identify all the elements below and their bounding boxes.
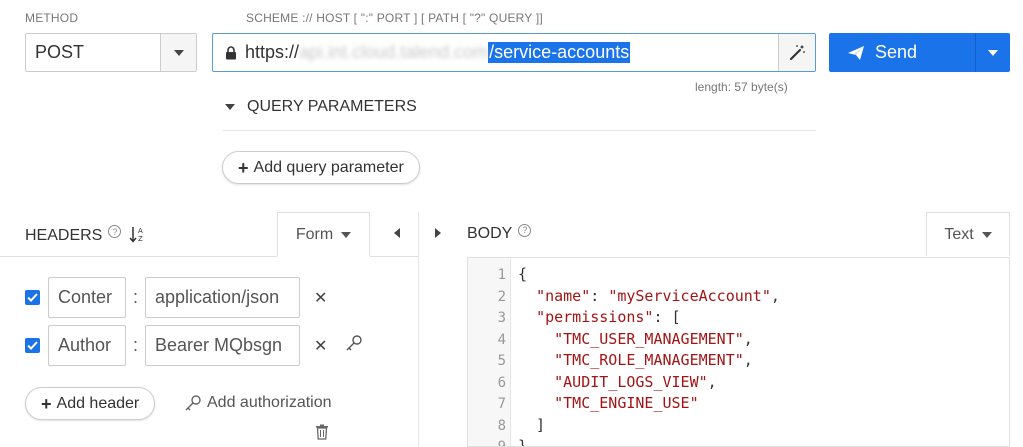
header-name-input[interactable]: Conter	[48, 277, 126, 318]
query-parameters-toggle[interactable]: QUERY PARAMETERS	[225, 98, 417, 116]
body-mode-dropdown[interactable]: Text	[926, 212, 1010, 256]
query-parameters-title: QUERY PARAMETERS	[247, 98, 417, 115]
headers-tab-line-right	[370, 256, 418, 257]
paper-plane-icon	[848, 45, 864, 60]
collapse-right-icon[interactable]	[435, 228, 441, 238]
body-mode-label: Text	[944, 225, 974, 243]
code-text: "name": "myServiceAccount",	[536, 286, 780, 305]
send-button[interactable]: Send	[829, 33, 975, 72]
method-dropdown-button[interactable]	[160, 34, 196, 71]
add-authorization-link[interactable]: Add authorization	[184, 394, 332, 412]
url-path-selected: /service-accounts	[488, 42, 631, 63]
headers-mode-label: Form	[295, 225, 334, 243]
method-value: POST	[35, 42, 85, 62]
line-number: 9	[497, 439, 506, 447]
svg-text:A: A	[138, 227, 143, 235]
url-format-label: SCHEME :// HOST [ ":" PORT ] [ PATH [ "?…	[246, 11, 543, 25]
code-text: "AUDIT_LOGS_VIEW",	[554, 372, 717, 391]
line-number: 4	[497, 331, 506, 348]
header-row: Author : Bearer MQbsgn ✕	[25, 325, 363, 366]
header-enabled-checkbox[interactable]	[25, 290, 40, 305]
check-icon	[27, 341, 38, 350]
headers-title: HEADERS	[25, 226, 103, 244]
line-number: 6	[497, 374, 506, 391]
code-line: 2 "name": "myServiceAccount",	[468, 286, 1009, 307]
header-separator: :	[133, 287, 139, 307]
header-enabled-checkbox[interactable]	[25, 338, 40, 353]
chevron-down-icon	[988, 49, 998, 56]
send-button-group[interactable]: Send	[829, 33, 1010, 72]
body-title-group: BODY ?	[467, 223, 532, 243]
code-line: 3 "permissions": [	[468, 307, 1009, 328]
url-input[interactable]: https:// api.int.cloud.talend.com /servi…	[213, 34, 778, 71]
line-number: 3	[497, 310, 506, 326]
headers-title-group: HEADERS ? A Z	[25, 225, 145, 246]
body-title: BODY	[467, 225, 513, 242]
code-line: 9}	[468, 436, 1009, 447]
send-dropdown-button[interactable]	[975, 33, 1010, 72]
header-separator: :	[133, 335, 139, 355]
url-scheme: https://	[245, 42, 300, 62]
code-text: "TMC_ENGINE_USE"	[554, 394, 699, 412]
chevron-down-icon	[173, 49, 184, 56]
add-header-label: Add header	[56, 394, 140, 412]
url-host: api.int.cloud.talend.com	[299, 42, 489, 62]
header-value-input[interactable]: Bearer MQbsgn	[145, 325, 301, 366]
trash-icon[interactable]	[315, 424, 329, 445]
code-text: "TMC_USER_MANAGEMENT",	[554, 329, 753, 348]
chevron-down-icon	[341, 231, 352, 238]
code-line: 4 "TMC_USER_MANAGEMENT",	[468, 329, 1009, 350]
add-query-parameter-button[interactable]: + Add query parameter	[222, 151, 420, 184]
code-line: 7 "TMC_ENGINE_USE"	[468, 393, 1009, 414]
code-text: }	[518, 437, 528, 447]
method-select[interactable]: POST	[25, 33, 197, 72]
collapse-left-icon[interactable]	[394, 228, 400, 238]
code-line: 8 ]	[468, 415, 1009, 436]
add-authorization-label: Add authorization	[207, 394, 332, 411]
method-label: METHOD	[25, 11, 79, 25]
code-text: "TMC_ROLE_MANAGEMENT",	[554, 351, 753, 369]
key-icon[interactable]	[345, 334, 363, 357]
plus-icon: +	[238, 157, 249, 178]
code-line: 1{	[468, 264, 1009, 285]
header-value-input[interactable]: application/json	[145, 277, 301, 318]
sort-az-icon[interactable]: A Z	[129, 225, 145, 246]
close-icon[interactable]: ✕	[314, 288, 327, 308]
key-icon	[185, 395, 201, 411]
line-number: 8	[497, 417, 506, 434]
line-number: 2	[497, 288, 506, 305]
header-name-input[interactable]: Author	[48, 325, 126, 366]
code-text: ]	[518, 415, 546, 434]
svg-text:Z: Z	[138, 235, 143, 243]
help-circle-icon[interactable]: ?	[108, 225, 122, 238]
triangle-down-icon	[225, 104, 235, 110]
lock-icon	[226, 45, 236, 59]
headers-tab-line	[0, 256, 277, 257]
query-divider	[222, 130, 816, 131]
help-circle-icon[interactable]: ?	[518, 223, 532, 237]
code-line: 6 "AUDIT_LOGS_VIEW",	[468, 372, 1009, 393]
check-icon	[27, 293, 38, 302]
body-editor[interactable]: 1{2 "name": "myServiceAccount", 3 "permis…	[467, 257, 1010, 447]
url-field[interactable]: https:// api.int.cloud.talend.com /servi…	[212, 33, 816, 72]
url-length-note: length: 57 byte(s)	[695, 80, 788, 94]
line-number: 5	[497, 353, 506, 369]
code-text: {	[518, 265, 528, 283]
send-label: Send	[875, 42, 918, 62]
line-number: 7	[497, 396, 506, 412]
panel-splitter[interactable]	[418, 212, 419, 447]
add-query-parameter-label: Add query parameter	[253, 158, 404, 176]
header-row: Conter : application/json ✕	[25, 277, 327, 318]
magic-wand-icon	[789, 44, 805, 60]
magic-wand-button[interactable]	[778, 34, 815, 71]
line-number: 1	[497, 267, 506, 283]
code-line: 5 "TMC_ROLE_MANAGEMENT",	[468, 350, 1009, 371]
chevron-down-icon	[981, 231, 992, 238]
close-icon[interactable]: ✕	[314, 336, 327, 356]
add-header-button[interactable]: + Add header	[25, 387, 156, 420]
code-text: "permissions": [	[536, 308, 681, 326]
plus-icon: +	[41, 393, 52, 414]
headers-mode-dropdown[interactable]: Form	[277, 212, 370, 256]
